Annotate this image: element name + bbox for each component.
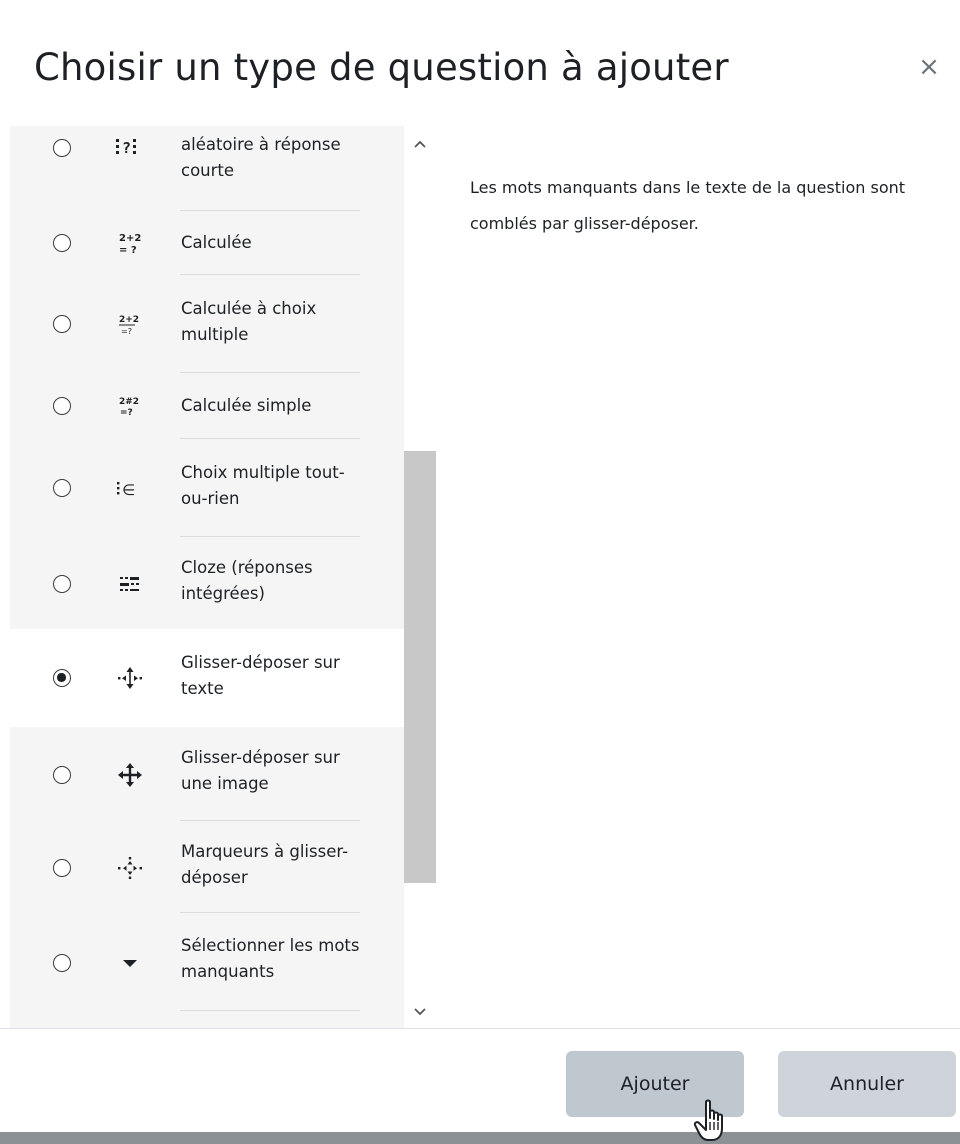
question-type-label: Cloze (réponses intégrées) (181, 558, 313, 603)
radio-button[interactable] (53, 139, 71, 157)
random-short-answer-icon: ? (110, 134, 150, 162)
backdrop-strip (0, 1132, 960, 1144)
question-type-option[interactable]: Sélectionner les mots manquants (10, 913, 404, 1011)
modal-header: Choisir un type de question à ajouter × (0, 0, 960, 126)
cancel-button[interactable]: Annuler (778, 1051, 956, 1117)
question-type-option[interactable]: Cloze (réponses intégrées) (10, 537, 404, 629)
question-type-label: Glisser-déposer sur texte (181, 653, 340, 698)
svg-text:2+2: 2+2 (119, 233, 141, 244)
drag-drop-markers-icon (110, 854, 150, 882)
question-type-option[interactable]: Glisser-déposer sur une image (10, 727, 404, 821)
question-type-label: Calculée (181, 233, 252, 252)
radio-button[interactable] (53, 234, 71, 252)
scrollbar-thumb[interactable] (404, 451, 436, 883)
svg-text:∈: ∈ (122, 481, 135, 499)
modal-title: Choisir un type de question à ajouter (34, 46, 729, 89)
close-icon: × (918, 52, 940, 82)
question-type-option[interactable]: Marqueurs à glisser-déposer (10, 821, 404, 913)
svg-text:?: ? (122, 139, 131, 157)
question-type-label: Calculée à choix multiple (181, 299, 317, 344)
radio-button[interactable] (53, 397, 71, 415)
svg-text:2#2: 2#2 (119, 397, 139, 407)
modal-footer: Ajouter Annuler (0, 1028, 960, 1132)
question-type-label: Glisser-déposer sur une image (181, 748, 340, 793)
scroll-down-arrow-icon[interactable] (410, 1002, 430, 1022)
question-type-option[interactable]: 2#2 =? Calculée simple (10, 373, 404, 439)
row-divider (180, 1010, 360, 1011)
radio-button[interactable] (53, 315, 71, 333)
radio-button-checked[interactable] (53, 669, 71, 687)
question-type-option[interactable]: ∈ Choix multiple tout-ou-rien (10, 439, 404, 537)
question-type-description-pane: Les mots manquants dans le texte de la q… (436, 126, 960, 1028)
select-missing-words-icon (110, 949, 150, 977)
calculated-simple-icon: 2#2 =? (110, 392, 150, 420)
multichoice-all-or-nothing-icon: ∈ (110, 474, 150, 502)
svg-text:2+2: 2+2 (119, 315, 139, 325)
calculated-icon: 2+2 = ? (110, 229, 150, 257)
close-button[interactable]: × (912, 50, 946, 84)
list-scrollbar[interactable] (404, 126, 436, 1028)
question-type-label: Marqueurs à glisser-déposer (181, 842, 349, 887)
svg-text:= ?: = ? (119, 245, 137, 256)
question-type-option[interactable]: 2+2 =? Calculée à choix multiple (10, 275, 404, 373)
question-type-chooser-dialog: Choisir un type de question à ajouter × … (0, 0, 960, 1144)
cloze-icon (110, 570, 150, 598)
drag-drop-text-icon (110, 664, 150, 692)
question-type-option-selected[interactable]: Glisser-déposer sur texte (10, 629, 404, 727)
question-type-description: Les mots manquants dans le texte de la q… (470, 178, 906, 233)
radio-button[interactable] (53, 575, 71, 593)
scroll-up-arrow-icon[interactable] (410, 134, 430, 154)
svg-text:=?: =? (120, 408, 133, 418)
radio-button[interactable] (53, 766, 71, 784)
question-type-option[interactable]: ? aléatoire à réponse courte (10, 126, 404, 211)
question-type-label: Choix multiple tout-ou-rien (181, 463, 345, 508)
radio-button[interactable] (53, 479, 71, 497)
radio-button[interactable] (53, 954, 71, 972)
modal-body: ? aléatoire à réponse courte 2+2 = ? Cal… (0, 126, 960, 1028)
question-type-list[interactable]: ? aléatoire à réponse courte 2+2 = ? Cal… (10, 126, 404, 1028)
calculated-multichoice-icon: 2+2 =? (110, 310, 150, 338)
question-type-option[interactable]: 2+2 = ? Calculée (10, 211, 404, 275)
radio-button[interactable] (53, 859, 71, 877)
drag-drop-image-icon (110, 761, 150, 789)
question-type-label: aléatoire à réponse courte (181, 135, 341, 180)
question-type-label: Calculée simple (181, 396, 312, 415)
add-button[interactable]: Ajouter (566, 1051, 744, 1117)
question-type-label: Sélectionner les mots manquants (181, 936, 360, 981)
svg-text:=?: =? (121, 327, 132, 336)
